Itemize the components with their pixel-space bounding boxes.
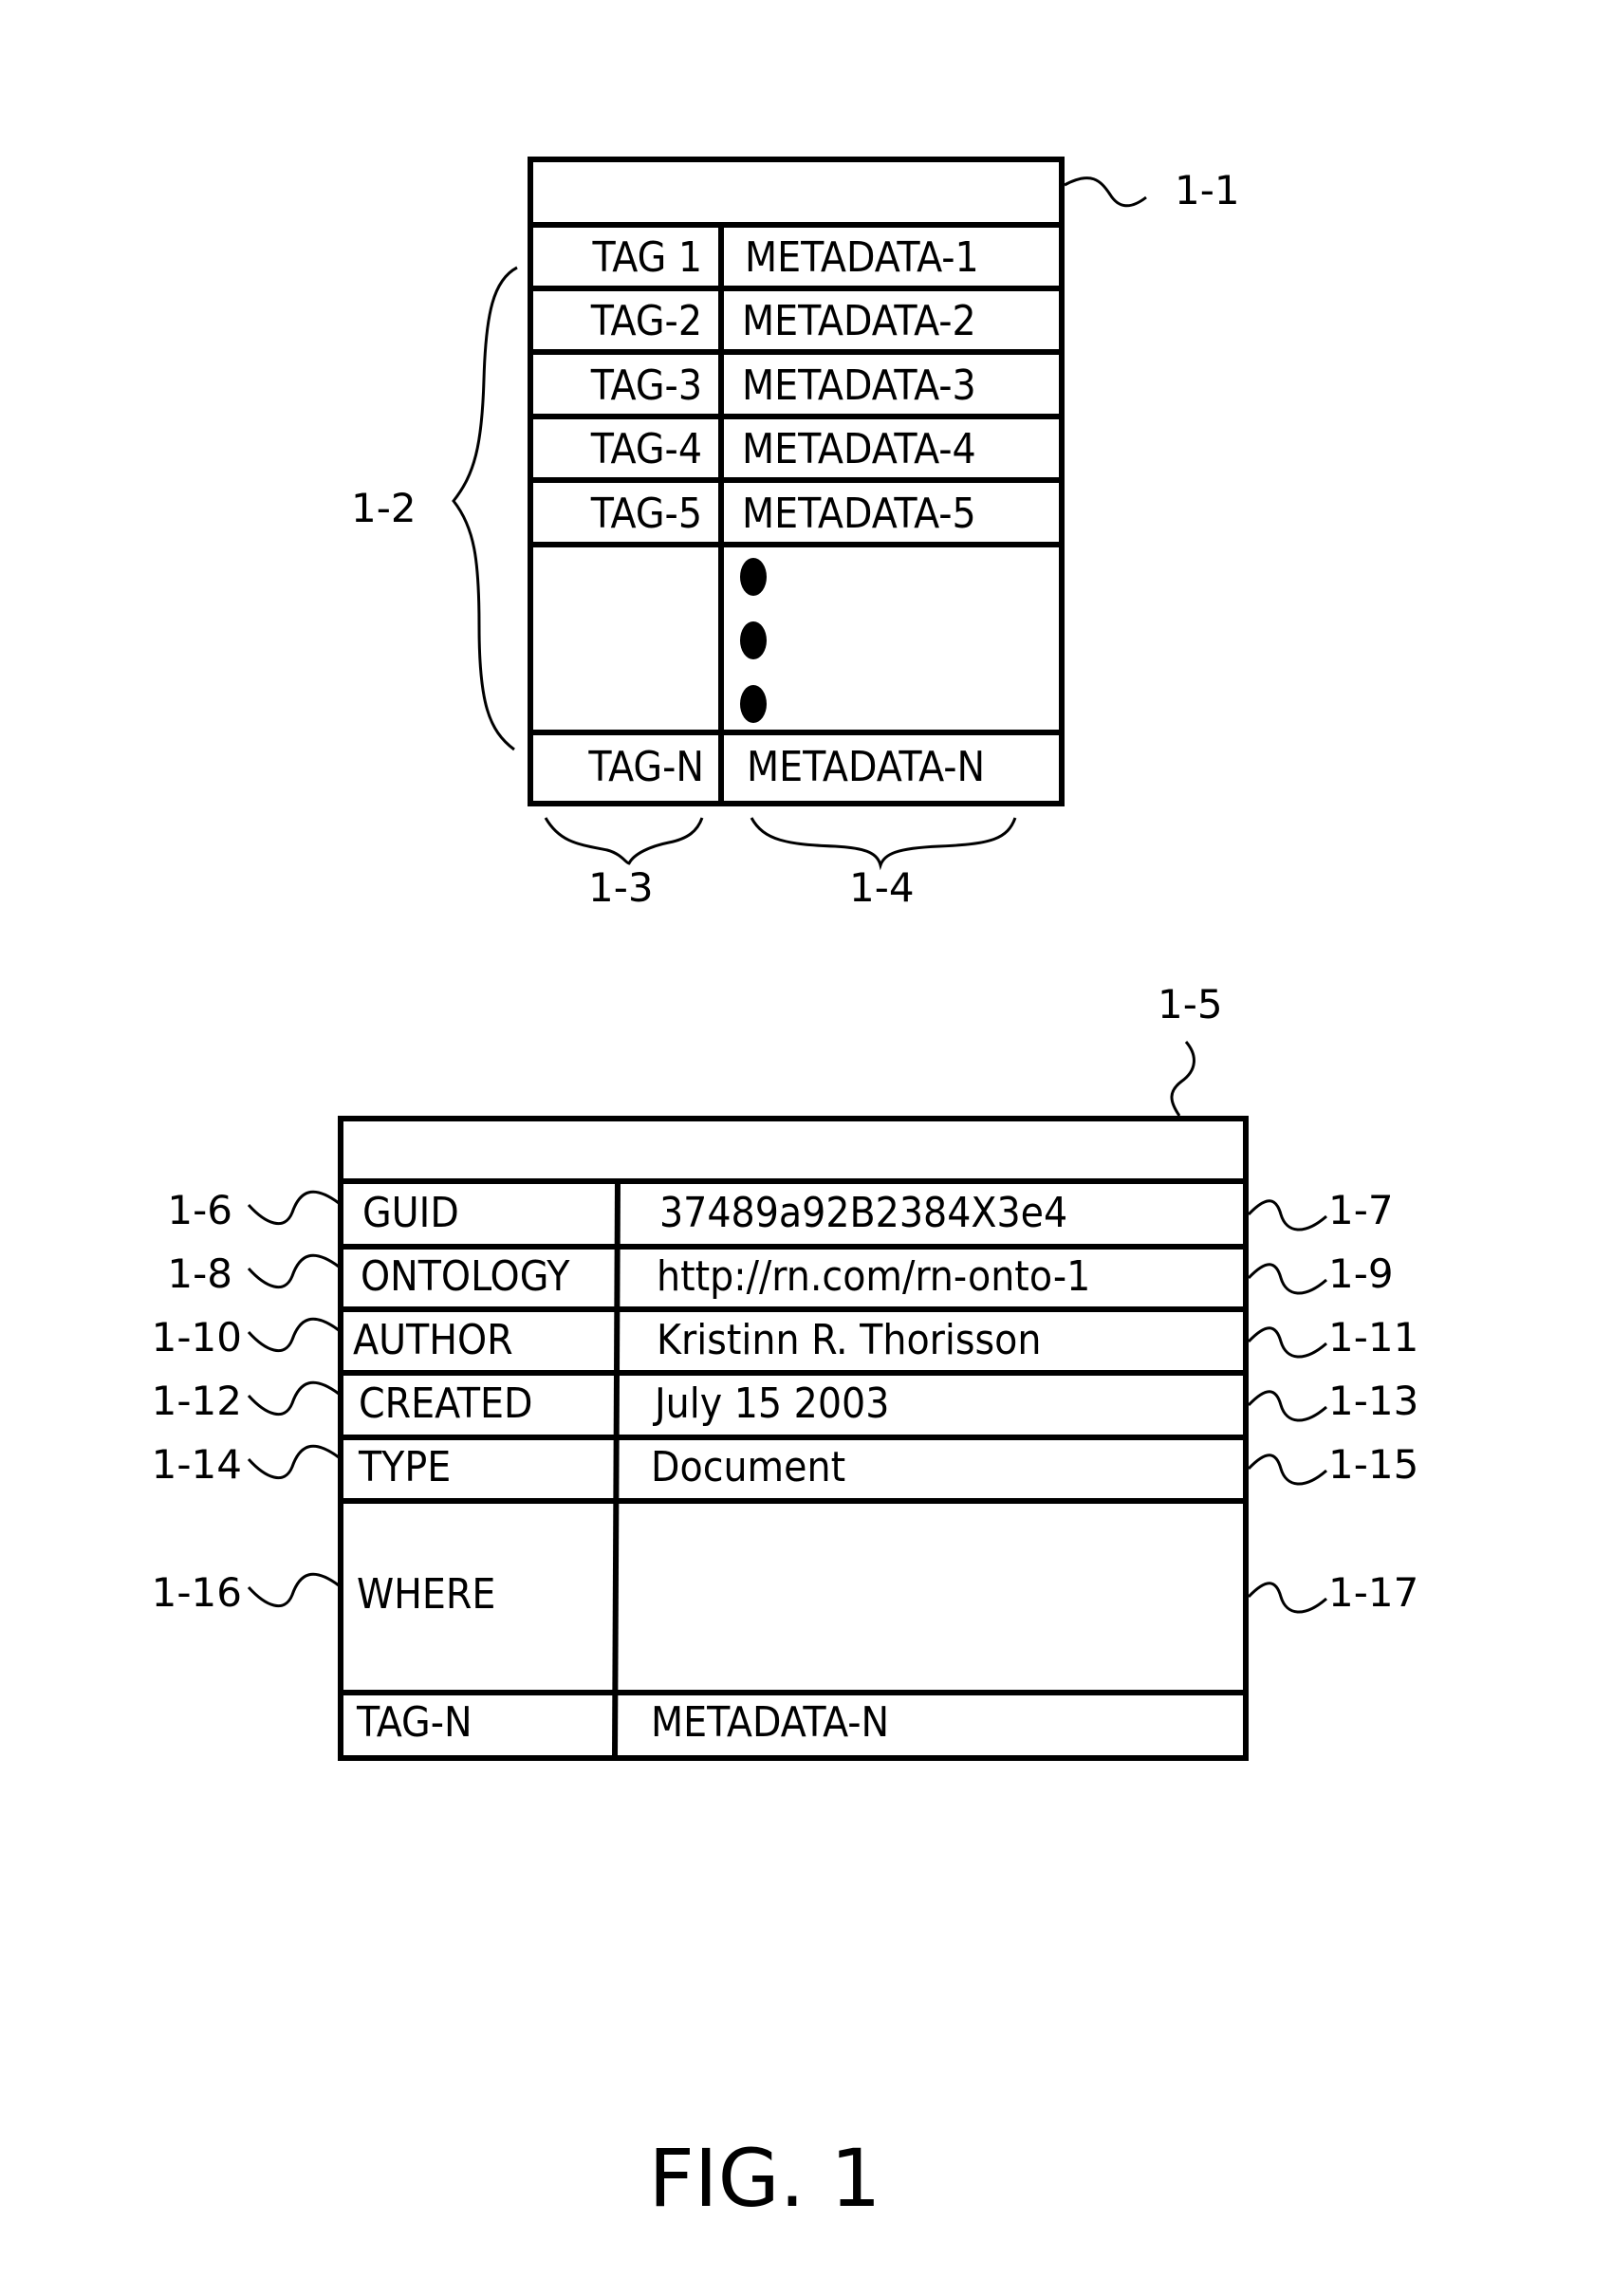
tag-cell: ONTOLOGY [361, 1252, 570, 1301]
brace [544, 817, 704, 865]
vertical-ellipsis-icon [740, 558, 767, 723]
ref-label: 1-12 [152, 1378, 242, 1424]
patent-figure: TAG 1 METADATA-1 TAG-2 METADATA-2 TAG-3 … [152, 157, 1418, 2225]
metadata-cell: METADATA-2 [742, 297, 976, 345]
ref-label: 1-15 [1328, 1441, 1418, 1488]
column-divider [612, 1180, 621, 1759]
tag-cell-last: TAG-N [356, 1698, 472, 1747]
tag-cell: TAG-5 [590, 490, 702, 538]
tag-cell: TAG-3 [590, 361, 702, 410]
brace [452, 266, 518, 751]
tag-cell: GUID [362, 1189, 459, 1237]
metadata-cell: METADATA-5 [742, 490, 976, 538]
metadata-cell: METADATA-4 [742, 425, 976, 473]
metadata-cell: http://rn.com/rn-onto-1 [657, 1252, 1090, 1301]
ref-label: 1-5 [1158, 981, 1223, 1028]
ref-label: 1-10 [152, 1314, 242, 1361]
metadata-cell: Document [651, 1443, 845, 1491]
metadata-cell: 37489a92B2384X3e4 [659, 1189, 1067, 1237]
ref-label: 1-16 [152, 1569, 242, 1616]
metadata-cell-last: METADATA-N [747, 743, 985, 791]
tag-cell: TYPE [358, 1443, 451, 1491]
tag-cell: CREATED [359, 1379, 532, 1428]
tag-cell: AUTHOR [353, 1316, 513, 1364]
right-leaders [1247, 1199, 1327, 1614]
tag-cell: WHERE [357, 1570, 495, 1619]
ref-label: 1-11 [1328, 1314, 1418, 1361]
figure-caption: FIG. 1 [648, 2132, 880, 2225]
metadata-cell: METADATA-1 [745, 233, 979, 282]
ref-label: 1-6 [167, 1187, 232, 1233]
leader-line [1064, 176, 1147, 208]
ref-label: 1-4 [849, 864, 915, 911]
ref-label: 1-7 [1328, 1187, 1394, 1233]
ref-label: 1-3 [588, 864, 654, 911]
ref-label: 1-1 [1175, 167, 1240, 213]
ref-label: 1-9 [1328, 1250, 1394, 1297]
metadata-cell: METADATA-3 [742, 361, 976, 410]
ref-label: 1-2 [351, 485, 417, 531]
leader-line [1170, 1041, 1195, 1117]
ref-label: 1-13 [1328, 1378, 1418, 1424]
metadata-cell: Kristinn R. Thorisson [657, 1316, 1041, 1364]
ref-label: 1-14 [152, 1441, 242, 1488]
ref-label: 1-8 [167, 1250, 232, 1297]
tag-cell: TAG-4 [590, 425, 702, 473]
left-leaders [247, 1190, 340, 1607]
tag-cell: TAG 1 [592, 233, 702, 282]
ref-label: 1-17 [1328, 1569, 1418, 1616]
metadata-table-generic: TAG 1 METADATA-1 TAG-2 METADATA-2 TAG-3 … [351, 157, 1240, 911]
tag-cell: TAG-2 [590, 297, 702, 345]
metadata-cell-last: METADATA-N [651, 1698, 889, 1747]
metadata-cell: July 15 2003 [652, 1379, 889, 1428]
brace [750, 817, 1017, 871]
metadata-table-example: GUID 37489a92B2384X3e4 ONTOLOGY http://r… [152, 981, 1418, 1761]
tag-cell-last: TAG-N [587, 743, 704, 791]
